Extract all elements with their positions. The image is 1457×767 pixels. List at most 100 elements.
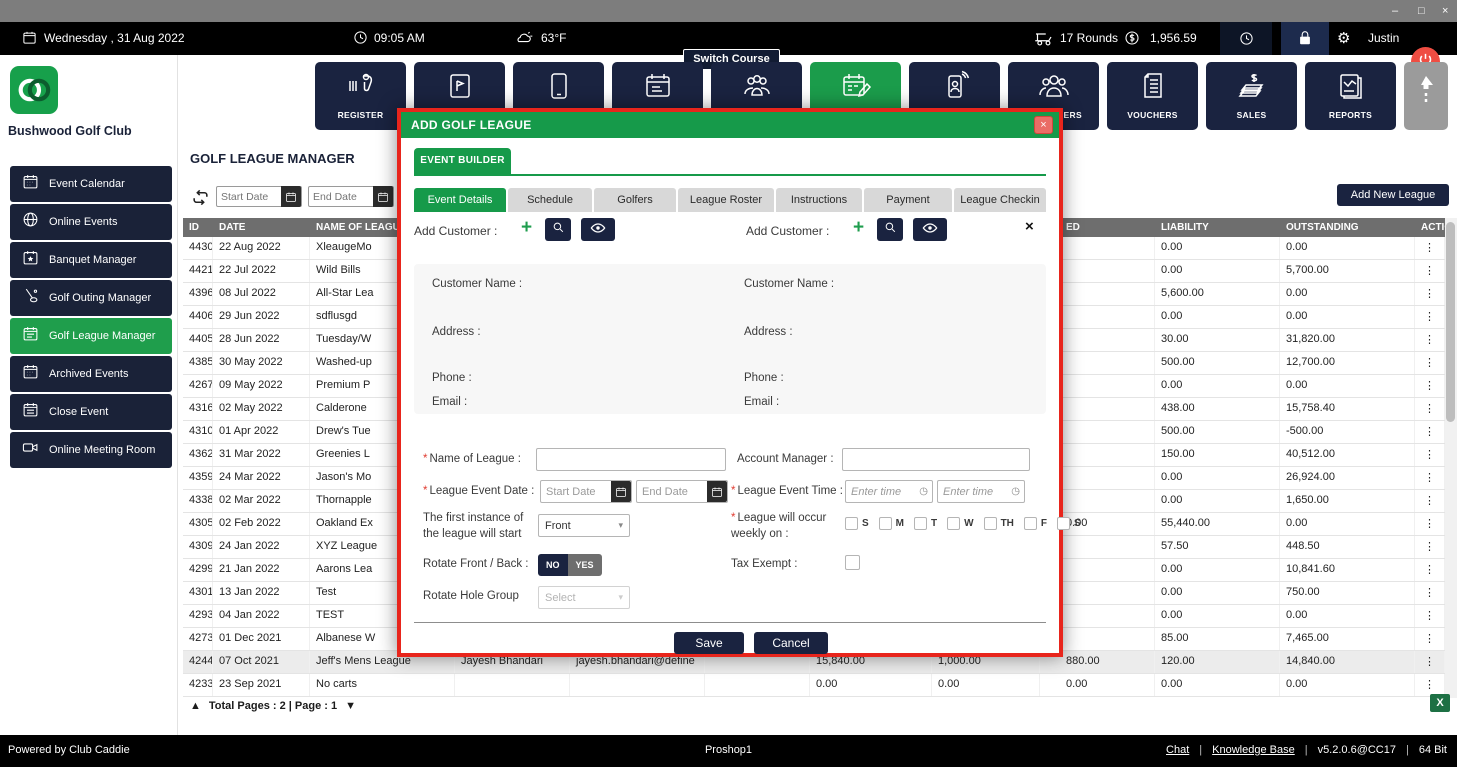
modal-close-icon[interactable]: × xyxy=(1034,116,1053,134)
toolbar-vouchers[interactable]: VOUCHERS xyxy=(1107,62,1198,130)
lock-button[interactable] xyxy=(1281,22,1329,55)
row-action-menu-icon[interactable]: ⋮ xyxy=(1415,444,1445,466)
row-action-menu-icon[interactable]: ⋮ xyxy=(1415,306,1445,328)
time-clock-button[interactable] xyxy=(1220,22,1272,55)
tab-golfers[interactable]: Golfers xyxy=(594,188,676,212)
row-action-menu-icon[interactable]: ⋮ xyxy=(1415,467,1445,489)
sidebar-item-banquet-manager[interactable]: Banquet Manager xyxy=(10,242,172,278)
add-new-league-button[interactable]: Add New League xyxy=(1337,184,1449,206)
calendar-picker-icon[interactable] xyxy=(373,186,393,207)
row-action-menu-icon[interactable]: ⋮ xyxy=(1415,398,1445,420)
maximize-icon[interactable]: □ xyxy=(1418,3,1425,19)
add-customer-plus-icon[interactable]: + xyxy=(853,218,864,237)
view-customer-button[interactable] xyxy=(581,218,615,241)
weekday-checkbox[interactable] xyxy=(845,517,858,530)
league-end-time-input[interactable] xyxy=(938,485,1012,498)
scrollbar-thumb[interactable] xyxy=(1446,222,1455,422)
weekday-checkbox[interactable] xyxy=(914,517,928,530)
row-action-menu-icon[interactable]: ⋮ xyxy=(1415,283,1445,305)
minimize-icon[interactable]: – xyxy=(1392,3,1398,19)
clear-customers-icon[interactable]: × xyxy=(1025,218,1034,235)
rotate-hole-group-select[interactable]: Select ▾ xyxy=(538,586,630,609)
sidebar-item-online-meeting-room[interactable]: Online Meeting Room xyxy=(10,432,172,468)
name-of-league-field[interactable] xyxy=(536,448,726,471)
tab-schedule[interactable]: Schedule xyxy=(508,188,592,212)
row-action-menu-icon[interactable]: ⋮ xyxy=(1415,421,1445,443)
collapse-toolbar-button[interactable] xyxy=(1404,62,1448,130)
row-action-menu-icon[interactable]: ⋮ xyxy=(1415,260,1445,282)
weekday-checkbox[interactable] xyxy=(1057,517,1071,530)
league-end-date-input[interactable] xyxy=(637,485,707,498)
toolbar-sales[interactable]: SALES xyxy=(1206,62,1297,130)
toggle-no[interactable]: NO xyxy=(538,554,568,576)
sidebar-item-golf-league-manager[interactable]: Golf League Manager xyxy=(10,318,172,354)
row-action-menu-icon[interactable]: ⋮ xyxy=(1415,536,1445,558)
sidebar-item-online-events[interactable]: Online Events xyxy=(10,204,172,240)
gear-icon[interactable]: ⚙ xyxy=(1337,29,1350,47)
row-action-menu-icon[interactable]: ⋮ xyxy=(1415,582,1445,604)
tab-league-checkin[interactable]: League Checkin xyxy=(954,188,1046,212)
row-action-menu-icon[interactable]: ⋮ xyxy=(1415,605,1445,627)
end-date-input[interactable] xyxy=(309,190,373,203)
page-down-icon[interactable]: ▼ xyxy=(345,700,356,712)
league-start-date-field[interactable] xyxy=(540,480,632,503)
toolbar-reports[interactable]: REPORTS xyxy=(1305,62,1396,130)
account-manager-input[interactable] xyxy=(843,453,1029,466)
weekday-checkbox[interactable] xyxy=(878,517,892,530)
row-action-menu-icon[interactable]: ⋮ xyxy=(1415,490,1445,512)
league-end-date-field[interactable] xyxy=(636,480,728,503)
page-up-icon[interactable]: ▲ xyxy=(190,700,201,712)
sidebar-item-archived-events[interactable]: Archived Events xyxy=(10,356,172,392)
end-date-filter[interactable] xyxy=(308,186,394,207)
league-end-time-field[interactable]: ◷ xyxy=(937,480,1025,503)
cancel-button[interactable]: Cancel xyxy=(754,632,828,654)
row-action-menu-icon[interactable]: ⋮ xyxy=(1415,513,1445,535)
row-action-menu-icon[interactable]: ⋮ xyxy=(1415,628,1445,650)
view-customer-button[interactable] xyxy=(913,218,947,241)
toggle-yes[interactable]: YES xyxy=(567,554,602,576)
row-action-menu-icon[interactable]: ⋮ xyxy=(1415,352,1445,374)
start-date-filter[interactable] xyxy=(216,186,302,207)
calendar-picker-icon[interactable] xyxy=(611,481,631,502)
row-action-menu-icon[interactable]: ⋮ xyxy=(1415,237,1445,259)
league-start-time-field[interactable]: ◷ xyxy=(845,480,933,503)
weekday-checkbox[interactable] xyxy=(983,517,997,530)
league-start-date-input[interactable] xyxy=(541,485,611,498)
tax-exempt-checkbox[interactable] xyxy=(845,555,860,570)
search-customer-button[interactable] xyxy=(877,218,903,241)
table-cell: 0.00 xyxy=(932,674,1040,696)
close-icon[interactable]: × xyxy=(1442,3,1448,19)
rotate-front-back-toggle[interactable]: NO YES xyxy=(538,554,602,576)
knowledge-base-link[interactable]: Knowledge Base xyxy=(1212,744,1295,756)
first-instance-select[interactable]: Front ▾ xyxy=(538,514,630,537)
export-excel-icon[interactable]: X xyxy=(1430,694,1450,712)
weekday-checkbox[interactable] xyxy=(947,517,961,530)
tab-instructions[interactable]: Instructions xyxy=(776,188,862,212)
row-action-menu-icon[interactable]: ⋮ xyxy=(1415,674,1445,696)
row-action-menu-icon[interactable]: ⋮ xyxy=(1415,375,1445,397)
account-manager-field[interactable] xyxy=(842,448,1030,471)
tab-payment[interactable]: Payment xyxy=(864,188,952,212)
name-of-league-input[interactable] xyxy=(537,453,725,466)
tab-league-roster[interactable]: League Roster xyxy=(678,188,774,212)
league-start-time-input[interactable] xyxy=(846,485,920,498)
sidebar-item-event-calendar[interactable]: Event Calendar xyxy=(10,166,172,202)
chat-link[interactable]: Chat xyxy=(1166,744,1189,756)
row-action-menu-icon[interactable]: ⋮ xyxy=(1415,329,1445,351)
row-action-menu-icon[interactable]: ⋮ xyxy=(1415,651,1445,673)
table-cell: 0.00 xyxy=(1280,306,1415,328)
calendar-picker-icon[interactable] xyxy=(707,481,727,502)
search-customer-button[interactable] xyxy=(545,218,571,241)
start-date-input[interactable] xyxy=(217,190,281,203)
refresh-loop-icon[interactable] xyxy=(191,188,210,212)
tab-event-details[interactable]: Event Details xyxy=(414,188,506,212)
toolbar-register[interactable]: REGISTER xyxy=(315,62,406,130)
calendar-picker-icon[interactable] xyxy=(281,186,301,207)
add-customer-plus-icon[interactable]: + xyxy=(521,218,532,237)
save-button[interactable]: Save xyxy=(674,632,744,654)
sidebar-item-golf-outing-manager[interactable]: Golf Outing Manager xyxy=(10,280,172,316)
weekday-checkbox[interactable] xyxy=(1023,517,1037,530)
row-action-menu-icon[interactable]: ⋮ xyxy=(1415,559,1445,581)
event-builder-tab[interactable]: EVENT BUILDER xyxy=(414,148,511,174)
sidebar-item-close-event[interactable]: Close Event xyxy=(10,394,172,430)
